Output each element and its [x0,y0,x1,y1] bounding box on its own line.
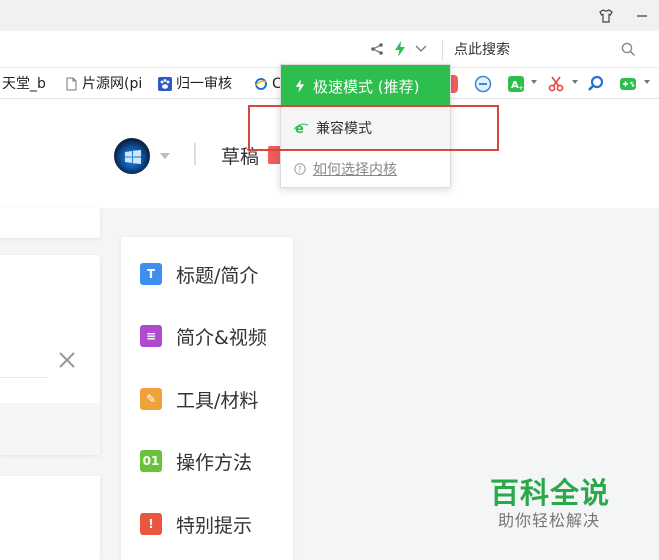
nav-item-steps[interactable]: 01 操作方法 [140,446,252,476]
share-button[interactable] [368,40,386,58]
chevron-down-icon[interactable] [160,153,170,159]
page-icon [66,77,77,91]
bookmark-label: 片源网(pi [82,76,143,92]
menu-item-fast-mode[interactable]: 极速模式 (推荐) [281,65,450,107]
input-underline [0,377,48,378]
watermark-subtitle: 助你轻松解决 [498,511,601,530]
close-icon[interactable] [57,350,77,370]
share-icon [371,43,383,55]
avatar[interactable] [114,138,150,174]
title-bar [0,0,659,31]
menu-item-help[interactable]: ? 如何选择内核 [281,149,450,187]
menu-item-label: 极速模式 (推荐) [313,77,420,96]
header-divider [194,143,196,165]
nav-item-tips[interactable]: ! 特别提示 [140,509,252,539]
lightning-icon [395,41,405,57]
card-footer [0,403,100,455]
engine-mode-dropdown[interactable] [413,40,429,58]
bookmark-item[interactable]: 片源网(pi [64,75,142,93]
chevron-down-icon[interactable] [531,80,537,84]
nav-item-label: 特别提示 [176,514,253,537]
bookmark-item[interactable]: 归一审核 [158,75,232,93]
bookmark-item[interactable]: 天堂_b [2,75,46,93]
gamepad-icon[interactable] [619,75,637,93]
title-icon: T [140,263,162,285]
nav-item-title[interactable]: T 标题/简介 [140,259,258,289]
help-icon: ? [294,162,306,175]
nav-item-tools[interactable]: ✎ 工具/材料 [140,384,258,414]
lightning-icon [295,79,305,93]
translate-icon[interactable]: A + [507,75,525,93]
minimize-button[interactable] [622,0,659,31]
shirt-icon [599,8,613,23]
nav-item-intro-video[interactable]: ≡ 简介&视频 [140,321,267,351]
magnifier-icon[interactable] [587,75,605,93]
content-card [0,476,100,560]
steps-number-icon: 01 [140,450,162,472]
nav-item-label: 操作方法 [176,451,253,474]
nav-item-label: 标题/简介 [176,264,259,287]
svg-text:?: ? [298,165,302,174]
chevron-down-icon[interactable] [572,80,578,84]
toolbar-divider [442,40,443,60]
paw-icon [158,77,172,91]
search-input[interactable]: 点此搜索 [452,40,642,60]
svg-text:+: + [518,84,524,92]
section-nav: T 标题/简介 ≡ 简介&视频 ✎ 工具/材料 01 操作方法 ! 特别提示 [121,237,293,560]
warning-icon: ! [140,513,162,535]
nav-item-label: 简介&视频 [176,326,267,349]
content-card [0,208,100,238]
content-card [0,255,100,455]
scissors-icon[interactable] [547,75,565,93]
annotation-highlight [248,105,499,151]
ie-icon [254,78,268,90]
watermark-title: 百科全说 [490,476,611,510]
wrench-icon: ✎ [140,388,162,410]
chevron-down-icon [415,45,427,52]
chevron-down-icon[interactable] [644,80,650,84]
search-icon[interactable] [621,42,636,57]
search-placeholder: 点此搜索 [454,42,510,58]
address-toolbar: 点此搜索 [0,31,659,68]
help-link[interactable]: 如何选择内核 [313,159,397,179]
bookmark-label: 归一审核 [176,76,232,92]
skin-button[interactable] [586,0,626,31]
windows-logo-icon [125,150,141,164]
bookmark-item[interactable]: C [254,75,282,93]
block-icon[interactable] [474,75,492,93]
minimize-icon [637,14,647,17]
engine-mode-button[interactable] [391,40,409,58]
bookmark-label: 天堂_b [2,76,46,92]
document-icon: ≡ [140,325,162,347]
nav-item-label: 工具/材料 [176,389,259,412]
